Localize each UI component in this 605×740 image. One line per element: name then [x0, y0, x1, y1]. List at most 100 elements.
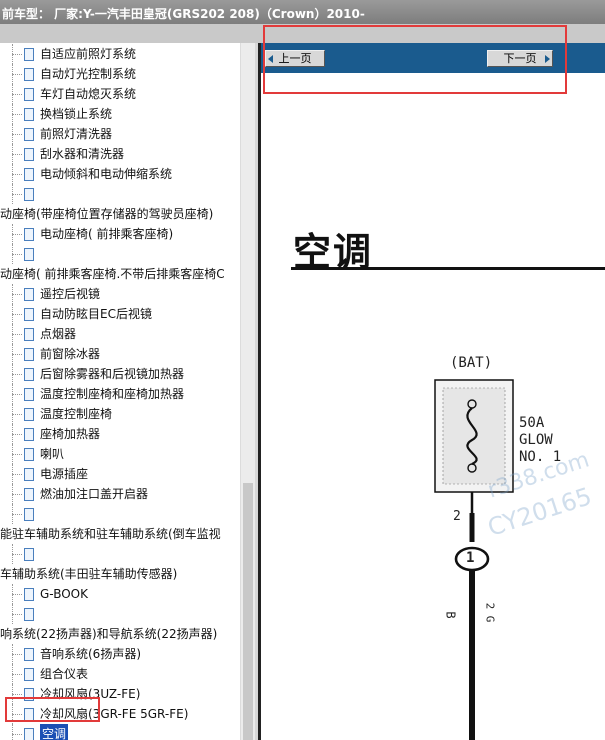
tree-item-label[interactable]: 电动倾斜和电动伸缩系统 [40, 164, 172, 184]
tree-item-label[interactable]: 电源插座 [40, 464, 88, 484]
annotation-box-selected [5, 697, 100, 722]
tree-item-label[interactable]: 座椅加热器 [40, 424, 100, 444]
tree-item-label[interactable]: 刮水器和清洗器 [40, 144, 124, 164]
tree-item-label-selected[interactable]: 空调 [40, 724, 69, 740]
tree-item-label[interactable]: 自适应前照灯系统 [40, 44, 136, 64]
tree-item[interactable]: G-BOOK [0, 584, 240, 604]
tree-item-label[interactable]: G-BOOK [40, 584, 88, 604]
document-icon [24, 128, 34, 141]
tree-item[interactable]: 动座椅(带座椅位置存储器的驾驶员座椅) [0, 204, 240, 224]
tree-item[interactable]: 自动防眩目EC后视镜 [0, 304, 240, 324]
tree-item[interactable]: 燃油加注口盖开启器 [0, 484, 240, 504]
tree-item-label[interactable]: 电动座椅( 前排乘客座椅) [40, 224, 173, 244]
document-icon [24, 228, 34, 241]
tree-item[interactable]: 座椅加热器 [0, 424, 240, 444]
tree-item-label[interactable]: 点烟器 [40, 324, 76, 344]
tree-item[interactable]: 后窗除雾器和后视镜加热器 [0, 364, 240, 384]
tree-connector [12, 94, 22, 95]
tree-scrollbar-thumb[interactable] [243, 483, 253, 740]
tree-item[interactable]: 自动灯光控制系统 [0, 64, 240, 84]
tree-item-label[interactable]: 换档锁止系统 [40, 104, 112, 124]
tree-connector [12, 554, 22, 555]
tree-item-label[interactable]: 能驻车辅助系统和驻车辅助系统(倒车监视 [0, 524, 221, 544]
document-icon [24, 188, 34, 201]
document-icon [24, 328, 34, 341]
tree-item[interactable]: 前窗除冰器 [0, 344, 240, 364]
tree-item-label[interactable]: 温度控制座椅和座椅加热器 [40, 384, 184, 404]
tree-item[interactable]: 刮水器和清洗器 [0, 144, 240, 164]
tree-item-label[interactable]: 自动灯光控制系统 [40, 64, 136, 84]
tree-item[interactable] [0, 544, 240, 564]
tree-item-label[interactable]: 喇叭 [40, 444, 64, 464]
tree-scrollbar[interactable] [240, 43, 255, 740]
tree-connector [12, 604, 13, 624]
tree-item[interactable]: 喇叭 [0, 444, 240, 464]
tree-item[interactable]: 电动倾斜和电动伸缩系统 [0, 164, 240, 184]
tree-connector [12, 284, 13, 304]
tree-connector [12, 184, 13, 204]
tree-item-label[interactable]: 自动防眩目EC后视镜 [40, 304, 152, 324]
tree-connector [12, 44, 13, 64]
tree-connector [12, 374, 22, 375]
category-tree[interactable]: 自适应前照灯系统 自动灯光控制系统 车灯自动熄灭系统 换档锁止系统 前照灯清洗器 刮水器和… [0, 43, 240, 740]
tree-item[interactable]: 车灯自动熄灭系统 [0, 84, 240, 104]
tree-connector [12, 544, 13, 564]
tree-item[interactable] [0, 184, 240, 204]
tree-item-label[interactable]: 前窗除冰器 [40, 344, 100, 364]
tree-item-label[interactable]: 遥控后视镜 [40, 284, 100, 304]
tree-connector [12, 334, 22, 335]
tree-item-label[interactable]: 组合仪表 [40, 664, 88, 684]
tree-connector [12, 664, 13, 684]
tree-item[interactable] [0, 244, 240, 264]
tree-connector [12, 514, 22, 515]
tree-connector [12, 654, 22, 655]
tree-item[interactable]: 电源插座 [0, 464, 240, 484]
document-icon [24, 608, 34, 621]
tree-item[interactable]: 动座椅( 前排乘客座椅.不带后排乘客座椅C [0, 264, 240, 284]
document-icon [24, 728, 34, 740]
wiring-diagram [434, 379, 514, 740]
tree-item[interactable]: 音响系统(6扬声器) [0, 644, 240, 664]
tree-connector [12, 644, 13, 664]
tree-item-label[interactable]: 音响系统(6扬声器) [40, 644, 141, 664]
tree-connector [12, 84, 13, 104]
document-icon [24, 668, 34, 681]
document-icon [24, 508, 34, 521]
document-icon [24, 48, 34, 61]
tree-item[interactable] [0, 504, 240, 524]
tree-connector [12, 694, 22, 695]
tree-item[interactable]: 换档锁止系统 [0, 104, 240, 124]
tree-item-label[interactable]: 燃油加注口盖开启器 [40, 484, 148, 504]
tree-item-label[interactable]: 车辅助系统(丰田驻车辅助传感器) [0, 564, 177, 584]
tree-item[interactable]: 温度控制座椅和座椅加热器 [0, 384, 240, 404]
tree-item-label[interactable]: 动座椅(带座椅位置存储器的驾驶员座椅) [0, 204, 213, 224]
tree-item-label[interactable]: 车灯自动熄灭系统 [40, 84, 136, 104]
tree-item[interactable]: 电动座椅( 前排乘客座椅) [0, 224, 240, 244]
side-code-label: 2 G [483, 602, 497, 623]
document-icon [24, 388, 34, 401]
tree-item-label[interactable]: 动座椅( 前排乘客座椅.不带后排乘客座椅C [0, 264, 225, 284]
tree-item-label[interactable]: 前照灯清洗器 [40, 124, 112, 144]
fuse-amp-label: 50A [519, 415, 545, 431]
tree-item[interactable]: 车辅助系统(丰田驻车辅助传感器) [0, 564, 240, 584]
tree-item-label[interactable]: 响系统(22扬声器)和导航系统(22扬声器) [0, 624, 217, 644]
tree-item-label[interactable]: 温度控制座椅 [40, 404, 112, 424]
tree-item[interactable]: 自适应前照灯系统 [0, 44, 240, 64]
tree-item[interactable]: 能驻车辅助系统和驻车辅助系统(倒车监视 [0, 524, 240, 544]
tree-item[interactable] [0, 604, 240, 624]
tree-connector [12, 254, 22, 255]
tree-item[interactable]: 遥控后视镜 [0, 284, 240, 304]
tree-connector [12, 404, 13, 424]
tree-item[interactable]: 组合仪表 [0, 664, 240, 684]
tree-item[interactable]: 空调 [0, 724, 240, 740]
document-icon [24, 88, 34, 101]
tree-item[interactable]: 点烟器 [0, 324, 240, 344]
tree-connector [12, 154, 22, 155]
document-icon [24, 168, 34, 181]
tree-item-label[interactable]: 后窗除雾器和后视镜加热器 [40, 364, 184, 384]
document-icon [24, 448, 34, 461]
tree-item[interactable]: 响系统(22扬声器)和导航系统(22扬声器) [0, 624, 240, 644]
tree-item[interactable]: 温度控制座椅 [0, 404, 240, 424]
tree-item[interactable]: 前照灯清洗器 [0, 124, 240, 144]
document-icon [24, 428, 34, 441]
